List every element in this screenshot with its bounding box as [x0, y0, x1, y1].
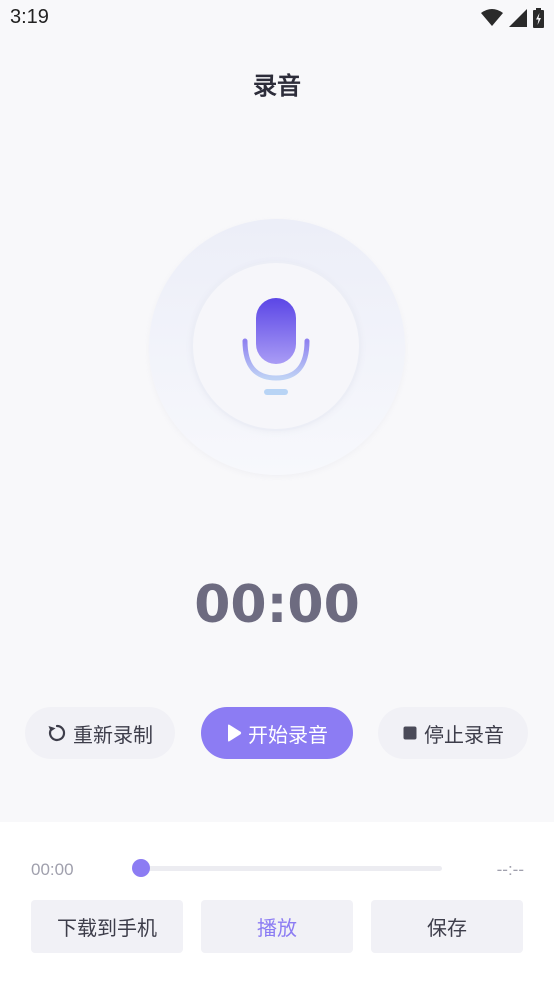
mic-visual[interactable]	[149, 219, 405, 475]
stop-recording-button[interactable]: 停止录音	[378, 707, 528, 759]
progress-track[interactable]	[141, 866, 442, 871]
save-button[interactable]: 保存	[371, 900, 523, 953]
stop-icon	[403, 726, 417, 740]
status-bar: 3:19	[0, 0, 554, 38]
rerecord-button[interactable]: 重新录制	[25, 707, 175, 759]
rerecord-label: 重新录制	[73, 722, 153, 747]
microphone-icon	[242, 298, 310, 395]
mic-inner-circle	[193, 263, 359, 429]
total-time: --:--	[496, 860, 524, 879]
play-icon	[228, 724, 242, 742]
battery-icon	[533, 8, 544, 28]
download-label: 下载到手机	[57, 916, 157, 940]
status-icons	[481, 8, 544, 28]
refresh-icon	[48, 724, 66, 742]
player-panel: 00:00 --:-- 下载到手机 播放 保存	[0, 822, 554, 984]
start-recording-label: 开始录音	[248, 722, 328, 747]
signal-icon	[509, 9, 527, 27]
play-button[interactable]: 播放	[201, 900, 353, 953]
play-label: 播放	[257, 916, 297, 940]
recording-timer: 00:00	[194, 575, 360, 635]
progress-thumb[interactable]	[132, 859, 150, 877]
save-label: 保存	[427, 916, 467, 940]
wifi-icon	[481, 9, 503, 26]
page-title: 录音	[253, 72, 301, 100]
current-time: 00:00	[31, 860, 74, 879]
download-button[interactable]: 下载到手机	[31, 900, 183, 953]
status-time: 3:19	[10, 6, 49, 28]
start-recording-button[interactable]: 开始录音	[201, 707, 353, 759]
stop-recording-label: 停止录音	[424, 722, 504, 747]
